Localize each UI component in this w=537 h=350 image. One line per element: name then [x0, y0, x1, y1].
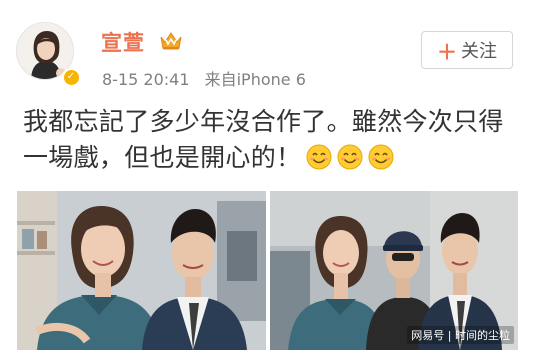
post-meta: 8-15 20:41 来自iPhone 6: [102, 66, 306, 90]
post-photo-2[interactable]: 网易号 | 时间的尘粒: [270, 191, 518, 350]
vip-crown-icon: [160, 32, 182, 50]
post-photo-1[interactable]: [17, 191, 266, 350]
verified-badge-icon: ✓: [62, 68, 80, 86]
watermark: 网易号 | 时间的尘粒: [407, 326, 514, 344]
follow-button[interactable]: ＋ 关注: [421, 31, 513, 69]
username[interactable]: 宣萱: [101, 27, 145, 57]
post-date: 8-15: [102, 70, 139, 89]
post-time: 20:41: [143, 70, 190, 89]
plus-icon: ＋: [437, 39, 457, 64]
post-body: 我都忘記了多少年沒合作了。雖然今次只得一場戲，但也是開心的！: [23, 107, 504, 172]
post-source: 来自iPhone 6: [204, 70, 306, 89]
smile-emoji-icon: [306, 144, 332, 170]
post-text: 我都忘記了多少年沒合作了。雖然今次只得一場戲，但也是開心的！: [23, 104, 523, 176]
smile-emoji-icon: [368, 144, 394, 170]
follow-label: 关注: [461, 41, 497, 62]
smile-emoji-icon: [337, 144, 363, 170]
